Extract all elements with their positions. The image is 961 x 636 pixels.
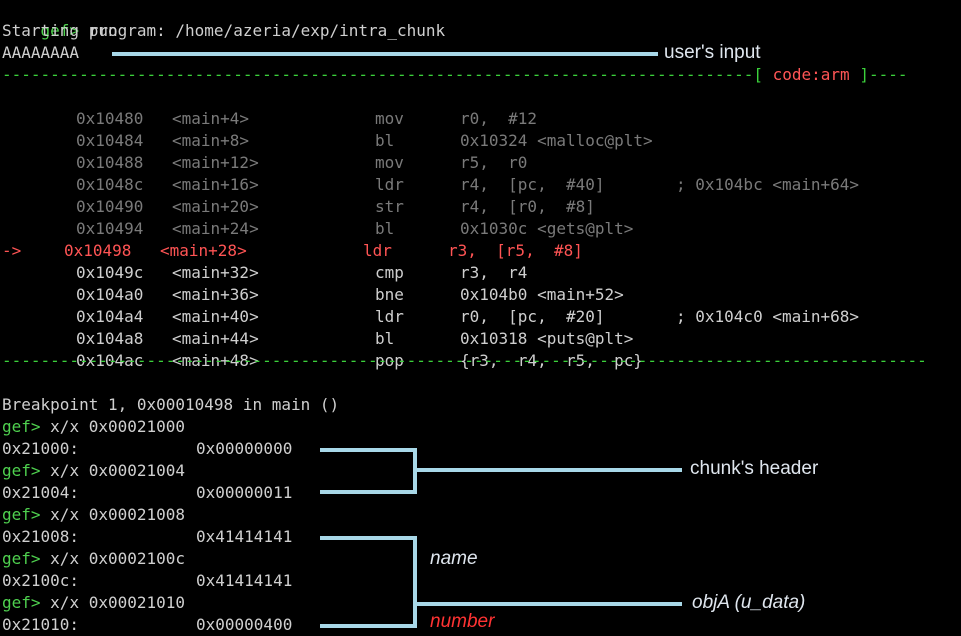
user-input-annotation: user's input (664, 42, 761, 63)
terminal-window[interactable]: gef> run Starting program: /home/azeria/… (0, 0, 961, 636)
number-annotation: number (430, 611, 495, 632)
name-annotation: name (430, 548, 478, 569)
objA-annotation: objA (u_data) (692, 592, 806, 613)
annotation-connectors (112, 52, 682, 628)
chunk-header-annotation: chunk's header (690, 458, 819, 479)
objA-bracket (320, 536, 417, 628)
chunk-header-bracket (320, 448, 417, 494)
